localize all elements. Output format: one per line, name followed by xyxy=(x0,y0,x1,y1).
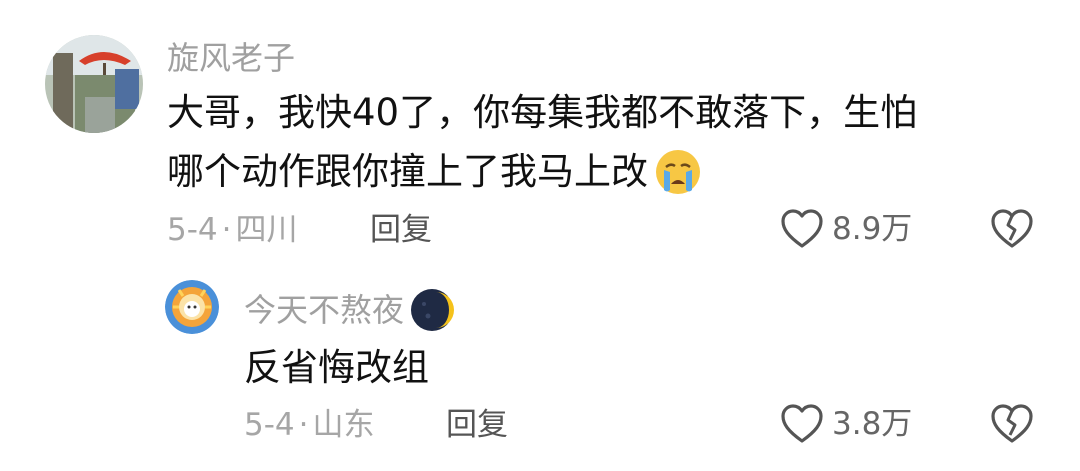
broken-heart-icon xyxy=(990,208,1034,250)
comment-meta: 5-4 · 四川 xyxy=(167,210,298,250)
dislike-button[interactable] xyxy=(990,208,1034,250)
comment-author[interactable]: 旋风老子 xyxy=(167,38,295,78)
comment-location: 四川 xyxy=(235,212,298,248)
comment-date: 5-4 xyxy=(244,407,295,443)
broken-heart-icon xyxy=(990,403,1034,445)
reply-button[interactable]: 回复 xyxy=(370,210,432,250)
like-button[interactable]: 8.9万 xyxy=(780,208,912,250)
like-count: 8.9万 xyxy=(832,211,913,247)
heart-icon xyxy=(780,208,824,250)
meta-separator: · xyxy=(221,212,232,248)
meta-separator: · xyxy=(298,407,309,443)
avatar[interactable] xyxy=(45,35,143,133)
comment-date: 5-4 xyxy=(167,212,218,248)
like-button[interactable]: 3.8万 xyxy=(780,403,912,445)
crying-face-icon xyxy=(654,148,702,196)
comment-author[interactable]: 今天不熬夜 xyxy=(244,290,404,330)
comment-text: 反省悔改组 xyxy=(244,346,429,389)
comment-text-line: 哪个动作跟你撞上了我马上改 xyxy=(167,150,648,193)
comment-meta: 5-4 · 山东 xyxy=(244,405,375,445)
avatar[interactable] xyxy=(165,280,219,334)
moon-icon xyxy=(410,288,455,332)
dislike-button[interactable] xyxy=(990,403,1034,445)
like-count: 3.8万 xyxy=(832,406,913,442)
comment-location: 山东 xyxy=(312,407,375,443)
reply-button[interactable]: 回复 xyxy=(446,405,508,445)
comment-text-line: 大哥，我快40了，你每集我都不敢落下，生怕 xyxy=(167,91,918,134)
heart-icon xyxy=(780,403,824,445)
